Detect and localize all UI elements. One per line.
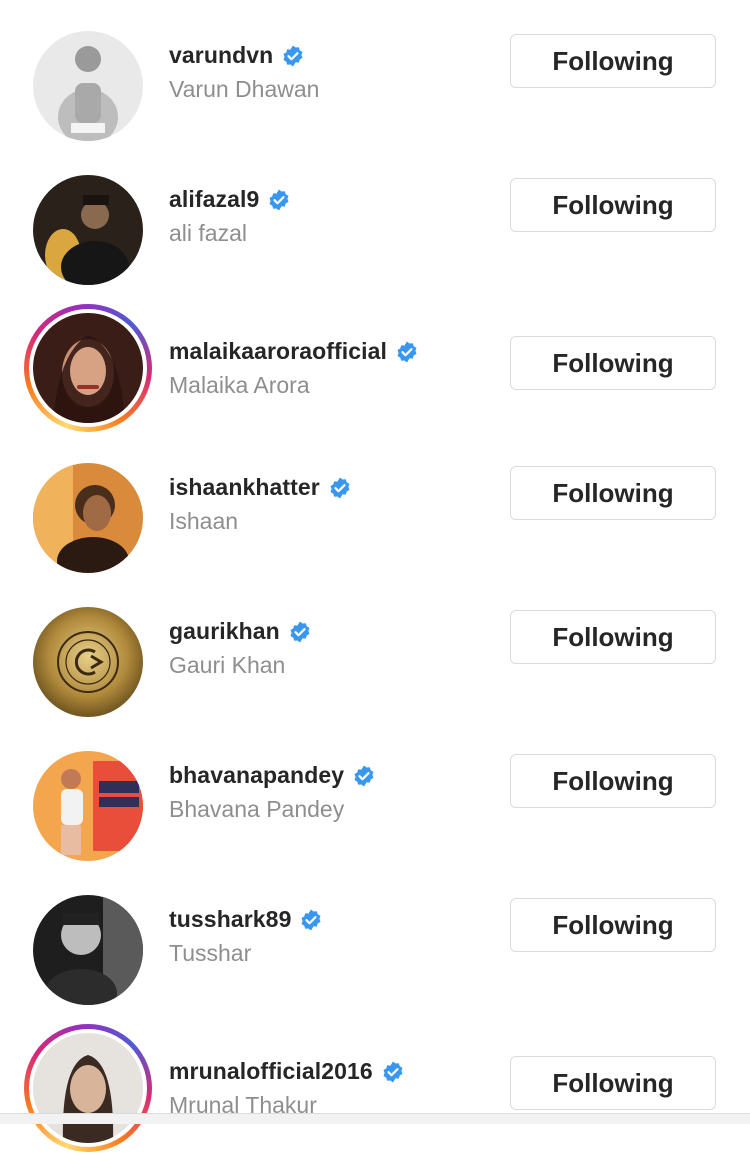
following-button[interactable]: Following	[510, 898, 716, 952]
verified-badge-icon	[299, 908, 323, 932]
bottom-edge	[0, 1113, 750, 1124]
verified-badge-icon	[352, 764, 376, 788]
list-item[interactable]: mrunalofficial2016 Mrunal Thakur Followi…	[0, 1024, 750, 1168]
following-button[interactable]: Following	[510, 754, 716, 808]
verified-badge-icon	[395, 340, 419, 364]
full-name: Bhavana Pandey	[169, 796, 345, 822]
avatar[interactable]	[24, 886, 152, 1014]
following-button[interactable]: Following	[510, 34, 716, 88]
full-name: Gauri Khan	[169, 652, 286, 678]
verified-badge-icon	[288, 620, 312, 644]
verified-badge-icon	[381, 1060, 405, 1084]
list-item[interactable]: bhavanapandey Bhavana Pandey Following	[0, 742, 750, 886]
avatar[interactable]	[24, 166, 152, 294]
username[interactable]: mrunalofficial2016	[169, 1058, 373, 1085]
list-item[interactable]: ishaankhatter Ishaan Following	[0, 454, 750, 598]
verified-badge-icon	[267, 188, 291, 212]
list-item[interactable]: alifazal9 ali fazal Following	[0, 166, 750, 310]
following-button[interactable]: Following	[510, 336, 716, 390]
full-name: Tusshar	[169, 940, 252, 966]
avatar[interactable]	[24, 598, 152, 726]
avatar-story-ring[interactable]	[24, 304, 152, 432]
username[interactable]: gaurikhan	[169, 618, 280, 645]
list-item[interactable]: malaikaaroraofficial Malaika Arora Follo…	[0, 304, 750, 448]
avatar	[33, 313, 143, 423]
verified-badge-icon	[328, 476, 352, 500]
list-item[interactable]: gaurikhan Gauri Khan Following	[0, 598, 750, 742]
list-item[interactable]: tusshark89 Tusshar Following	[0, 886, 750, 1030]
verified-badge-icon	[281, 44, 305, 68]
avatar[interactable]	[24, 454, 152, 582]
username[interactable]: varundvn	[169, 42, 273, 69]
avatar[interactable]	[24, 742, 152, 870]
list-item[interactable]: varundvn Varun Dhawan Following	[0, 22, 750, 166]
following-button[interactable]: Following	[510, 178, 716, 232]
username[interactable]: ishaankhatter	[169, 474, 320, 501]
following-button[interactable]: Following	[510, 466, 716, 520]
avatar-story-ring[interactable]	[24, 1024, 152, 1152]
username[interactable]: tusshark89	[169, 906, 291, 933]
username[interactable]: alifazal9	[169, 186, 259, 213]
username[interactable]: malaikaaroraofficial	[169, 338, 387, 365]
following-button[interactable]: Following	[510, 1056, 716, 1110]
avatar	[33, 1033, 143, 1143]
avatar[interactable]	[24, 22, 152, 150]
full-name: Varun Dhawan	[169, 76, 320, 102]
username[interactable]: bhavanapandey	[169, 762, 344, 789]
following-button[interactable]: Following	[510, 610, 716, 664]
full-name: Ishaan	[169, 508, 239, 534]
full-name: ali fazal	[169, 220, 247, 246]
full-name: Malaika Arora	[169, 372, 310, 398]
